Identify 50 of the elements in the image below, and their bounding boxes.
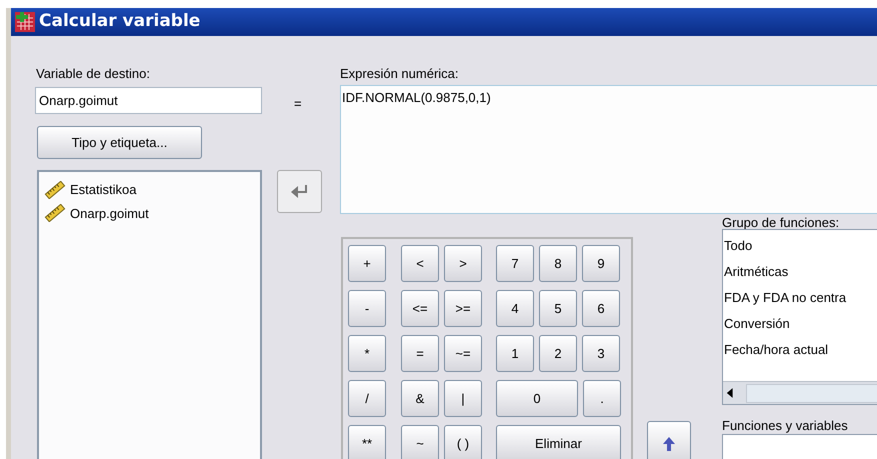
window-title: Calcular variable (39, 10, 200, 34)
keypad-key[interactable]: / (348, 380, 386, 417)
keypad-key[interactable]: < (401, 245, 439, 282)
calculator-grid-icon (15, 12, 35, 32)
keypad-key[interactable]: ( ) (444, 425, 482, 459)
keypad-key[interactable]: <= (401, 290, 439, 327)
keypad-key[interactable]: ** (348, 425, 386, 459)
keypad-key[interactable]: 4 (496, 290, 534, 327)
move-up-button[interactable] (647, 421, 691, 459)
keypad-key[interactable]: 9 (582, 245, 620, 282)
field-label: Expresión numérica: (340, 65, 458, 83)
function-group-item[interactable]: Todo (723, 233, 877, 259)
keypad-key[interactable]: >= (444, 290, 482, 327)
scrollbar-thumb[interactable] (746, 384, 877, 402)
keypad-key[interactable]: 6 (582, 290, 620, 327)
up-arrow-icon (662, 436, 676, 452)
left-arrow-icon (290, 184, 310, 200)
keypad-key[interactable]: ~= (444, 335, 482, 372)
function-group-item[interactable]: Conversión (723, 311, 877, 337)
keypad-key[interactable]: 8 (539, 245, 577, 282)
field-label: Funciones y variables (722, 417, 848, 435)
keypad-key[interactable]: 5 (539, 290, 577, 327)
keypad-key[interactable]: 7 (496, 245, 534, 282)
keypad-key[interactable]: > (444, 245, 482, 282)
keypad-key[interactable]: Eliminar (496, 425, 621, 459)
variable-item[interactable]: Estatistikoa (70, 180, 136, 200)
target-variable-field[interactable]: Onarp.goimut (35, 87, 262, 114)
function-group-item[interactable]: Fecha/hora actual (723, 337, 877, 363)
keypad-key[interactable]: & (401, 380, 439, 417)
keypad-key[interactable]: | (444, 380, 482, 417)
function-group-item[interactable]: Aritméticas (723, 259, 877, 285)
keypad-key[interactable]: - (348, 290, 386, 327)
move-into-button[interactable] (277, 170, 322, 213)
keypad-key[interactable]: 0 (496, 380, 578, 417)
keypad-key[interactable]: 2 (539, 335, 577, 372)
keypad-key[interactable]: ~ (401, 425, 439, 459)
keypad-key[interactable]: . (583, 380, 621, 417)
field-label: Variable de destino: (36, 65, 150, 83)
keypad-key[interactable]: = (401, 335, 439, 372)
keypad-key[interactable]: * (348, 335, 386, 372)
type-and-label-button[interactable]: Tipo y etiqueta... (37, 126, 202, 159)
keypad-key[interactable]: 1 (496, 335, 534, 372)
variable-item[interactable]: Onarp.goimut (70, 204, 149, 223)
equals-sign: = (294, 95, 302, 113)
expression-field[interactable]: IDF.NORMAL(0.9875,0,1) (340, 85, 877, 214)
field-label: Grupo de funciones: (722, 214, 840, 232)
horizontal-scrollbar[interactable] (723, 381, 877, 404)
keypad-key[interactable]: 3 (582, 335, 620, 372)
function-group-item[interactable]: FDA y FDA no centra (723, 285, 877, 311)
keypad-key[interactable]: + (348, 245, 386, 282)
